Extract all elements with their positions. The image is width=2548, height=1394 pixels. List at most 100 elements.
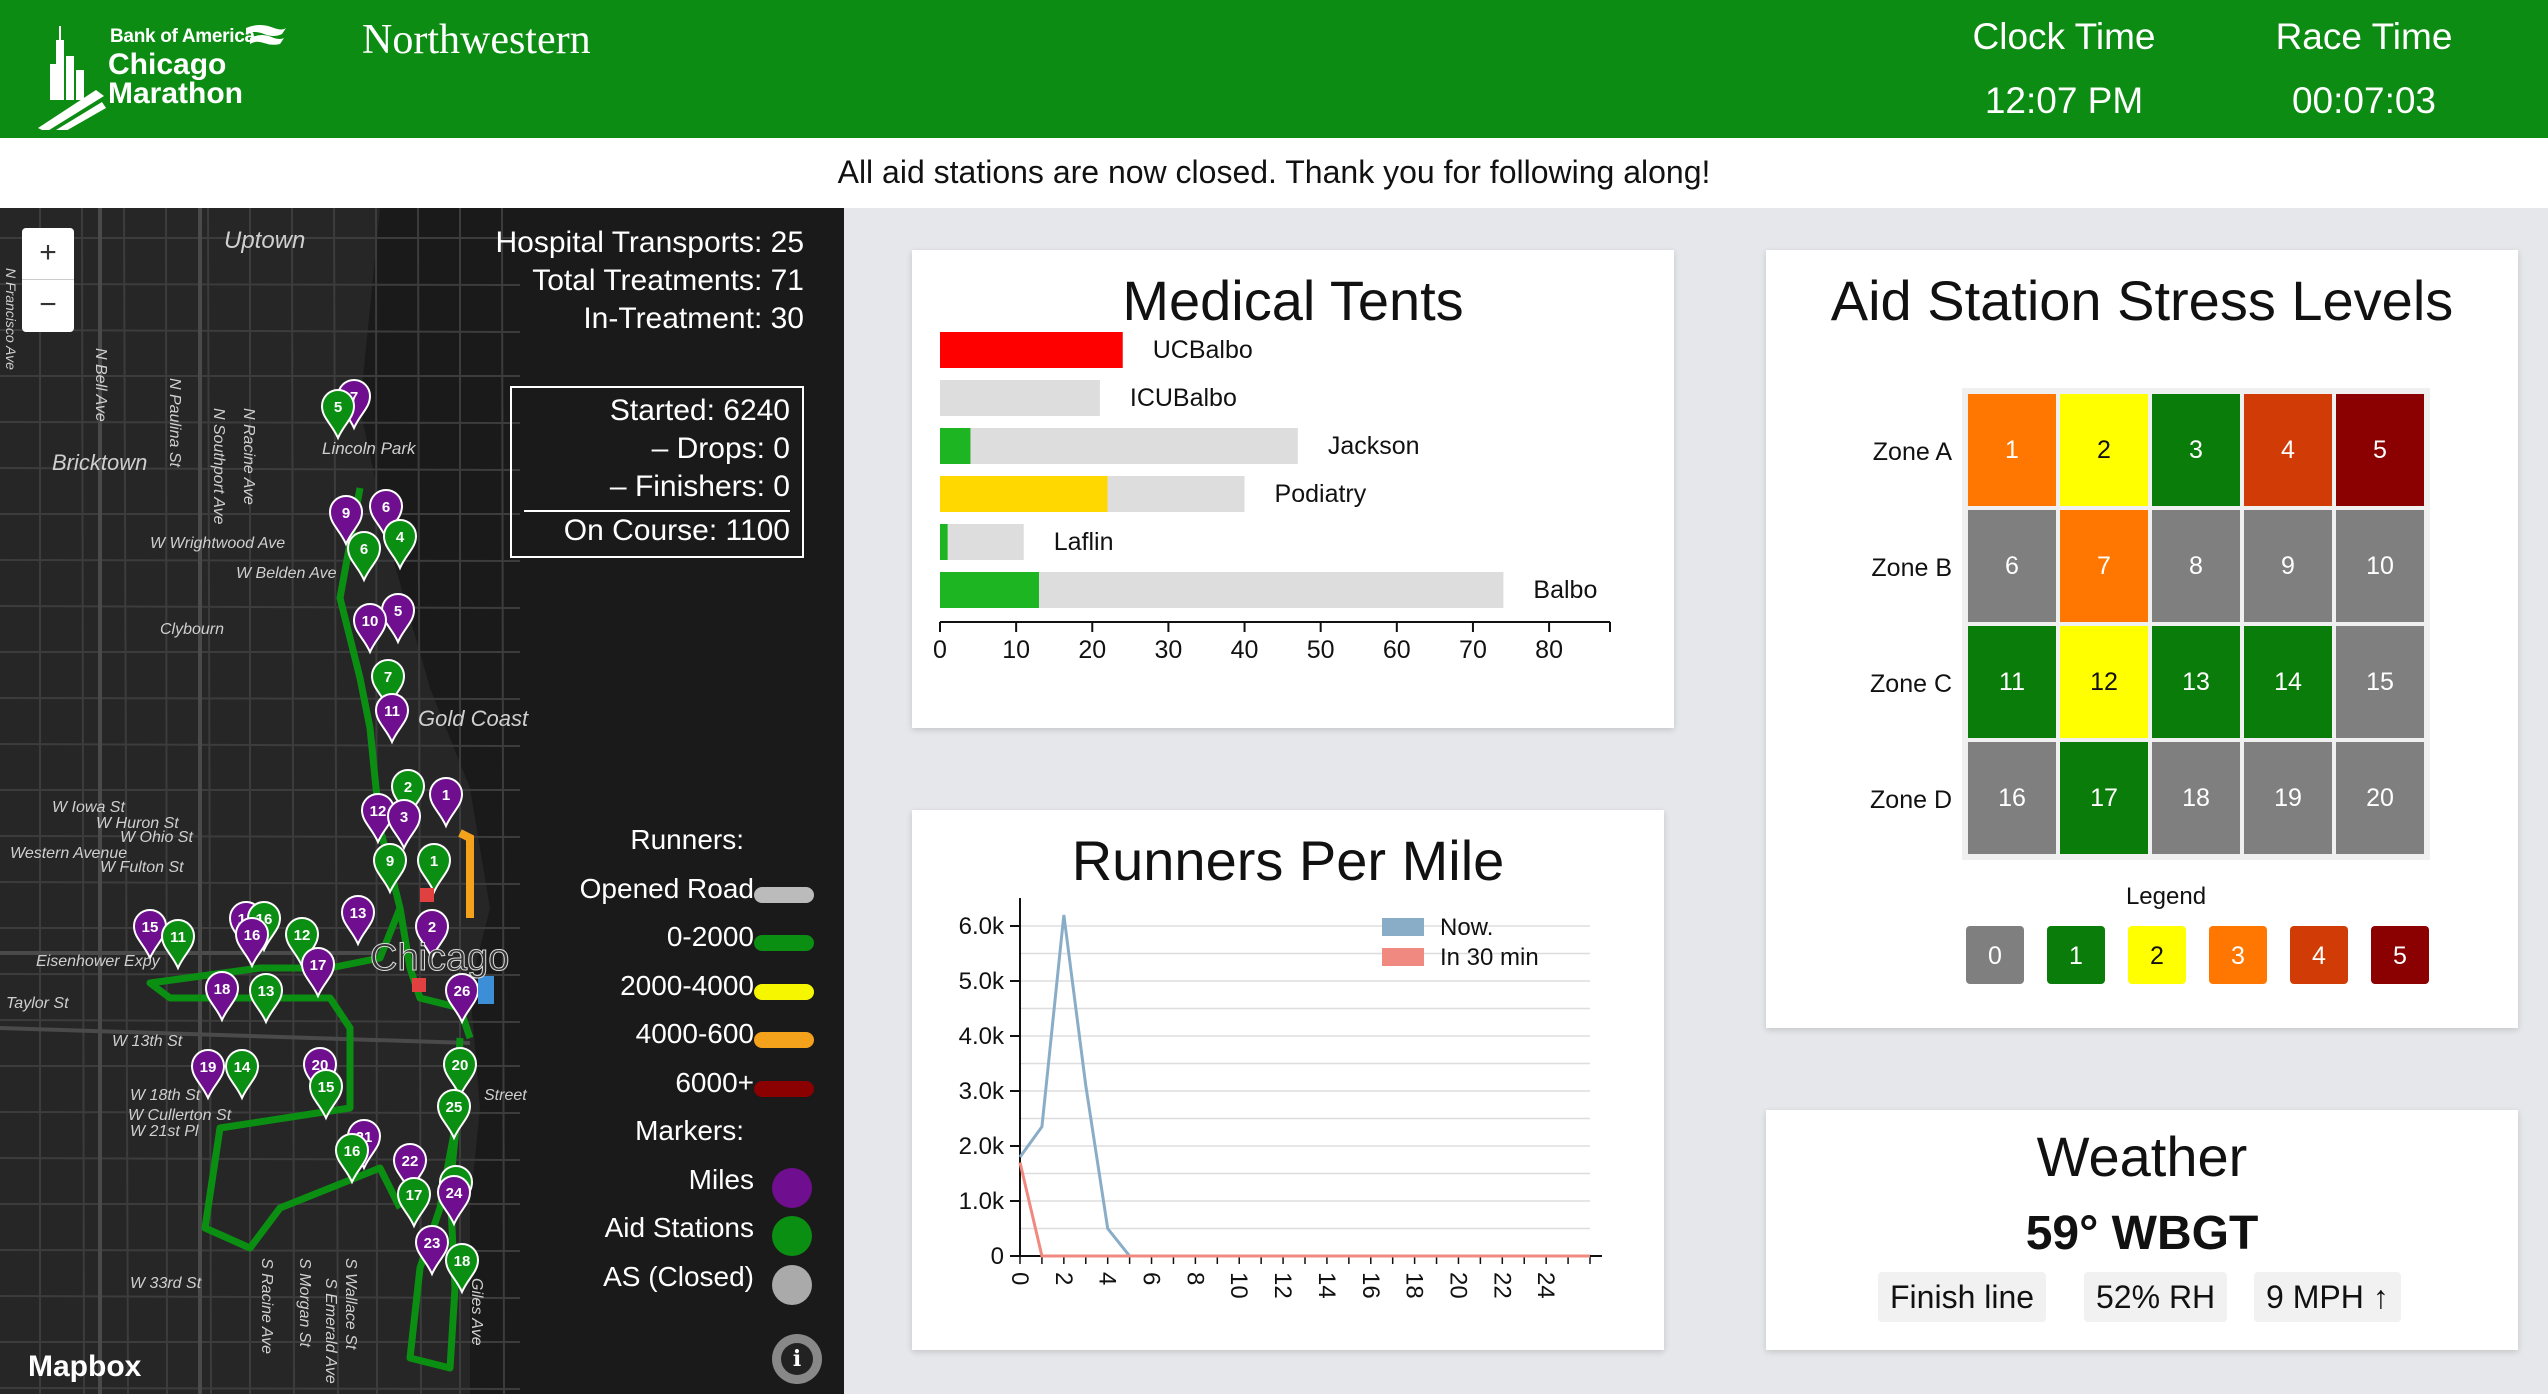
zone-label: Zone B [1871, 554, 1952, 582]
svg-text:18: 18 [214, 981, 231, 998]
tent-label: Balbo [1533, 576, 1597, 604]
legend-level-label: 1 [2069, 942, 2083, 970]
map-place-label: S Emerald Ave [322, 1278, 339, 1384]
medical-tent-marker[interactable] [420, 888, 434, 902]
zoom-in-button[interactable]: + [22, 228, 74, 280]
tent-label: Podiatry [1275, 480, 1367, 508]
map-place-label: Chicago [370, 937, 509, 979]
zone-label: Zone D [1870, 786, 1952, 814]
x-tick-label: 40 [1231, 636, 1259, 664]
stress-cell-number: 8 [2189, 552, 2203, 580]
medical-tent-marker[interactable] [412, 978, 426, 992]
info-button[interactable]: i [772, 1334, 822, 1384]
chicago-marathon-logo: Bank of America Chicago Marathon [36, 20, 296, 130]
x-tick-label: 22 [1488, 1272, 1515, 1299]
svg-text:24: 24 [446, 1185, 463, 1202]
on-course-count: On Course: 1100 [524, 510, 790, 550]
legend-swatch [772, 1167, 812, 1208]
stress-cell-number: 12 [2090, 668, 2118, 696]
flag-icon [246, 25, 286, 45]
race-time-label: Race Time [2275, 16, 2453, 57]
svg-text:12: 12 [294, 927, 311, 944]
map-place-label: Eisenhower Expy [36, 953, 161, 970]
humidity-value: 52% RH [2084, 1272, 2228, 1322]
svg-text:6: 6 [382, 499, 390, 516]
course-map[interactable]: 7596465107112112319213151114161612171813… [0, 208, 844, 1394]
stress-cell-number: 5 [2373, 436, 2387, 464]
legend-level-label: 2 [2150, 942, 2164, 970]
svg-text:7: 7 [384, 669, 392, 686]
hospital-transports: Hospital Transports: 25 [495, 226, 804, 259]
map-place-label: N Paulina St [166, 378, 183, 467]
map-place-label: W 21st Pl [130, 1123, 199, 1140]
finishers-count: – Finishers: 0 [609, 470, 790, 503]
svg-text:25: 25 [446, 1099, 463, 1116]
tent-capacity-bar [940, 428, 1298, 464]
weather-title: Weather [2036, 1125, 2248, 1188]
stress-cell-number: 13 [2182, 668, 2210, 696]
svg-text:1: 1 [430, 853, 438, 870]
mapbox-logo[interactable]: Mapbox [28, 1350, 141, 1384]
stress-cell-number: 17 [2090, 784, 2118, 812]
stress-cell-number: 2 [2097, 436, 2111, 464]
svg-text:22: 22 [402, 1153, 419, 1170]
x-tick-label: 70 [1459, 636, 1487, 664]
x-tick-label: 24 [1532, 1272, 1559, 1299]
logo-wordmark: Chicago Marathon [108, 50, 243, 110]
legend-level-label: 0 [1988, 942, 2002, 970]
y-tick-label: 4.0k [959, 1023, 1005, 1050]
map-place-label: W Ohio St [120, 829, 193, 846]
svg-text:4: 4 [396, 529, 405, 546]
svg-text:2: 2 [428, 919, 436, 936]
legend-label: Miles [688, 1163, 754, 1195]
legend-level-label: 5 [2393, 942, 2407, 970]
logo-marathon: Marathon [108, 77, 243, 110]
legend-swatch [772, 1264, 812, 1305]
svg-text:20: 20 [452, 1057, 469, 1074]
svg-text:5: 5 [334, 399, 342, 416]
y-tick-label: 1.0k [959, 1188, 1005, 1215]
tent-treatment-bar [940, 332, 1123, 368]
legend-label: 0-2000 [666, 921, 754, 952]
legend-label: Now. [1440, 914, 1493, 941]
x-tick-label: 16 [1357, 1272, 1384, 1299]
legend-label: Opened Road [579, 872, 754, 904]
legend-label: Runners: [630, 824, 744, 855]
legend-label: 2000-4000 [620, 969, 754, 1001]
map-place-label: W Fulton St [100, 859, 184, 876]
race-time: Race Time 00:07:03 [2254, 16, 2474, 122]
map-place-label: Giles Ave [468, 1278, 485, 1346]
zoom-out-button[interactable]: − [22, 280, 74, 332]
map-place-label: Lincoln Park [322, 439, 417, 458]
map-place-label: N Bell Ave [92, 348, 109, 422]
x-tick-label: 8 [1181, 1272, 1208, 1285]
map-place-label: N Southport Ave [210, 408, 227, 525]
x-tick-label: 10 [1225, 1272, 1252, 1299]
legend-label: Aid Stations [604, 1212, 754, 1243]
tent-capacity-bar [940, 524, 1024, 560]
x-tick-label: 50 [1307, 636, 1335, 664]
map-place-label: Taylor St [6, 995, 69, 1012]
svg-text:9: 9 [342, 505, 350, 522]
race-time-value: 00:07:03 [2291, 80, 2437, 121]
finish-marker[interactable] [478, 976, 494, 1004]
tent-treatment-bar [940, 428, 971, 464]
legend-swatch [772, 1216, 812, 1256]
stress-cell-number: 20 [2366, 784, 2394, 812]
svg-text:16: 16 [344, 1143, 361, 1160]
svg-text:9: 9 [386, 853, 394, 870]
svg-text:26: 26 [454, 983, 471, 1000]
runners-per-mile-card: Runners Per Mile 0 1.0k 2.0k 3.0k 4.0k 5.0k 6.… [912, 810, 1664, 1350]
map-place-label: N Francisco Ave [3, 268, 19, 370]
legend-label: 6000+ [675, 1066, 754, 1098]
legend-swatch [754, 886, 814, 903]
medical-tents-chart: UCBalbo ICUBalbo Jackson Podiatry Laflin Balb… [933, 332, 1611, 664]
legend-swatch [1382, 918, 1424, 936]
stress-grid: Zone A 1 2 3 4 5Zone B 6 7 8 9 10Zone C 11 12 13 14 15Z… [1870, 388, 2430, 984]
clock-time: Clock Time 12:07 PM [1954, 16, 2174, 122]
info-icon: i [781, 1343, 813, 1375]
x-tick-label: 0 [933, 636, 947, 664]
stress-cell-number: 7 [2097, 552, 2111, 580]
skyline-icon [38, 26, 106, 130]
stress-cell-number: 11 [1999, 668, 2025, 696]
